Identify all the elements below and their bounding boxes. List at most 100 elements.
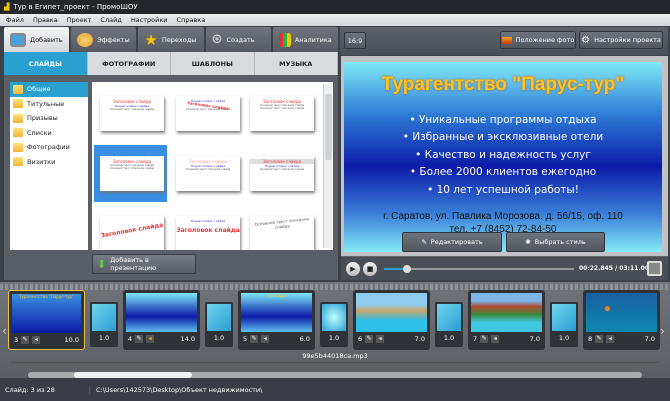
photo-position-label: Положение фото	[515, 36, 575, 44]
speaker-icon[interactable]: ◂	[491, 335, 500, 343]
timeline-slide-8[interactable]: 8 ✎ ◂ 7.0	[583, 290, 660, 350]
slide-canvas[interactable]: Турагентство "Парус-тур" • Уникальные пр…	[344, 62, 662, 252]
timeline-slide-7[interactable]: 7 ✎ ◂ 7.0	[468, 290, 545, 350]
project-settings-button[interactable]: ⚙ Настройки проекта	[579, 31, 663, 49]
category-title[interactable]: Титульные	[10, 97, 88, 112]
menu-file[interactable]: Файл	[6, 16, 24, 24]
seek-handle[interactable]	[402, 265, 411, 273]
menu-help[interactable]: Справка	[177, 16, 206, 24]
folder-icon	[13, 113, 23, 123]
transition-thumb	[437, 304, 461, 331]
category-general[interactable]: Общие	[10, 82, 88, 97]
slide-number: 5	[243, 335, 248, 343]
player-controls: ▶ ■ 00:22.845 / 03:11.000	[341, 256, 668, 280]
timeline-transition[interactable]: 1.0	[550, 302, 578, 347]
speaker-icon[interactable]: ◂	[376, 335, 385, 343]
slide-thumb: Турагентство "Парус-тур"	[12, 294, 81, 333]
speaker-icon[interactable]: ◂	[606, 335, 615, 343]
slide-duration: 14.0	[180, 335, 195, 343]
menu-settings[interactable]: Настройки	[131, 16, 168, 24]
gear-icon: ⚙	[581, 34, 591, 46]
stop-button[interactable]: ■	[363, 262, 377, 276]
fullscreen-button[interactable]	[647, 261, 662, 276]
transition-duration: 1.0	[558, 334, 570, 342]
template-thumb[interactable]: Заголовок слайда Основной текст описания …	[100, 156, 164, 191]
menu-project[interactable]: Проект	[67, 16, 92, 24]
folder-icon	[13, 142, 23, 152]
tpl-body: Основной текст описания слайда	[109, 167, 155, 170]
timeline-slide-4[interactable]: 4 ✎ ◂ 14.0	[123, 290, 200, 350]
slide-number: 8	[588, 335, 593, 343]
edit-slide-button[interactable]: ✎ Редактировать	[402, 232, 502, 252]
category-cards[interactable]: Визитки	[10, 155, 88, 170]
photo-position-button[interactable]: Положение фото	[500, 31, 576, 49]
tpl-title: Заголовок слайда	[176, 227, 240, 234]
category-calls[interactable]: Призывы	[10, 111, 88, 126]
template-thumb[interactable]: Заголовок слайда Подзаголовок слайда Основ…	[176, 156, 240, 191]
pencil-icon[interactable]: ✎	[365, 335, 374, 343]
scroll-right-arrow[interactable]: ›	[660, 324, 665, 338]
scroll-left-arrow[interactable]: ‹	[2, 324, 7, 338]
slide-bullet: • Уникальные программы отдыха	[409, 114, 597, 126]
category-photos[interactable]: Фотографии	[10, 140, 88, 155]
timeline-transition[interactable]: 1.0	[320, 302, 348, 347]
play-button[interactable]: ▶	[346, 262, 360, 276]
pencil-icon[interactable]: ✎	[135, 335, 144, 343]
speaker-icon[interactable]: ◂	[32, 336, 41, 344]
aspect-ratio-button[interactable]: 16:9	[344, 32, 366, 49]
subtab-templates[interactable]: ШАБЛОНЫ	[171, 52, 255, 75]
menu-slide[interactable]: Слайд	[100, 16, 121, 24]
preview-toolbar: 16:9 Положение фото ⚙ Настройки проекта	[340, 27, 668, 55]
pencil-icon[interactable]: ✎	[21, 336, 30, 344]
template-thumb[interactable]: Заголовок слайда	[100, 216, 164, 250]
timeline-transition[interactable]: 1.0	[90, 302, 118, 347]
pencil-icon[interactable]: ✎	[595, 335, 604, 343]
photo-icon	[501, 36, 512, 44]
scroll-thumb[interactable]	[325, 94, 332, 160]
pencil-icon[interactable]: ✎	[480, 335, 489, 343]
tab-create[interactable]: ⊛ Создать	[205, 27, 271, 52]
template-thumb[interactable]: Подзаголовок слайда Заголовок слайда Основ…	[176, 96, 240, 131]
timeline-slide-3[interactable]: Турагентство "Парус-тур" 3 ✎ ◂ 10.0	[8, 290, 85, 350]
tab-label: Эффекты	[97, 35, 130, 44]
template-scrollbar[interactable]	[323, 84, 332, 248]
subtab-music[interactable]: МУЗЫКА	[255, 52, 338, 75]
audio-track[interactable]: 99e5b44018ca.mp3	[10, 349, 660, 363]
timeline-slide-6[interactable]: 6 ✎ ◂ 7.0	[353, 290, 430, 350]
tab-transitions[interactable]: ★ Переходы	[138, 27, 204, 52]
template-thumb[interactable]: Подзаголовок слайда Заголовок слайда	[176, 216, 240, 250]
slides-panel: Общие Титульные Призывы Списки Фотографи…	[4, 75, 338, 280]
slide-bullet: • Более 2000 клиентов ежегодно	[409, 166, 597, 178]
add-to-presentation-button[interactable]: ⬇ Добавить в презентацию	[92, 254, 196, 274]
template-thumb[interactable]: Заголовок слайда Подзаголовок слайда Основ…	[100, 96, 164, 131]
seek-bar[interactable]	[384, 265, 574, 273]
app-icon: ▟	[4, 3, 10, 11]
tab-add[interactable]: Добавить	[4, 27, 70, 52]
tab-analytics[interactable]: Аналитика	[272, 27, 339, 52]
timeline-slide-5[interactable]: Хургада 5 ✎ ◂ 6.0	[238, 290, 315, 350]
choose-style-button[interactable]: ✺ Выбрать стиль	[506, 232, 605, 252]
slide-number: 4	[128, 335, 133, 343]
menu-edit[interactable]: Правка	[33, 16, 58, 24]
subtab-photos[interactable]: ФОТОГРАФИИ	[88, 52, 171, 75]
category-lists[interactable]: Списки	[10, 126, 88, 141]
slide-duration: 7.0	[414, 335, 425, 343]
tab-effects[interactable]: Эффекты	[71, 27, 137, 52]
slide-thumb	[126, 293, 197, 332]
tpl-body: Основной текст описания слайда	[259, 168, 305, 171]
template-thumb[interactable]: Заголовок слайда Основной текст описания …	[250, 96, 314, 131]
film-strip	[0, 284, 670, 290]
slide-duration: 10.0	[64, 336, 79, 344]
timeline-transition[interactable]: 1.0	[205, 302, 233, 347]
template-thumb[interactable]: Основной текст описания слайда	[250, 216, 314, 250]
timeline-transition[interactable]: 1.0	[435, 302, 463, 347]
transition-duration: 1.0	[328, 334, 340, 342]
subtab-slides[interactable]: СЛАЙДЫ	[4, 52, 88, 75]
tpl-title: Заголовок слайда	[100, 221, 164, 240]
slide-number: 3	[14, 336, 19, 344]
pencil-icon[interactable]: ✎	[250, 335, 259, 343]
slide-preview: Турагентство "Парус-тур" • Уникальные пр…	[341, 56, 668, 256]
speaker-icon[interactable]: ◂	[261, 335, 270, 343]
speaker-icon[interactable]: ◂	[146, 335, 155, 343]
template-thumb[interactable]: Заголовок слайда Подзаголовок слайда Основ…	[250, 156, 314, 191]
